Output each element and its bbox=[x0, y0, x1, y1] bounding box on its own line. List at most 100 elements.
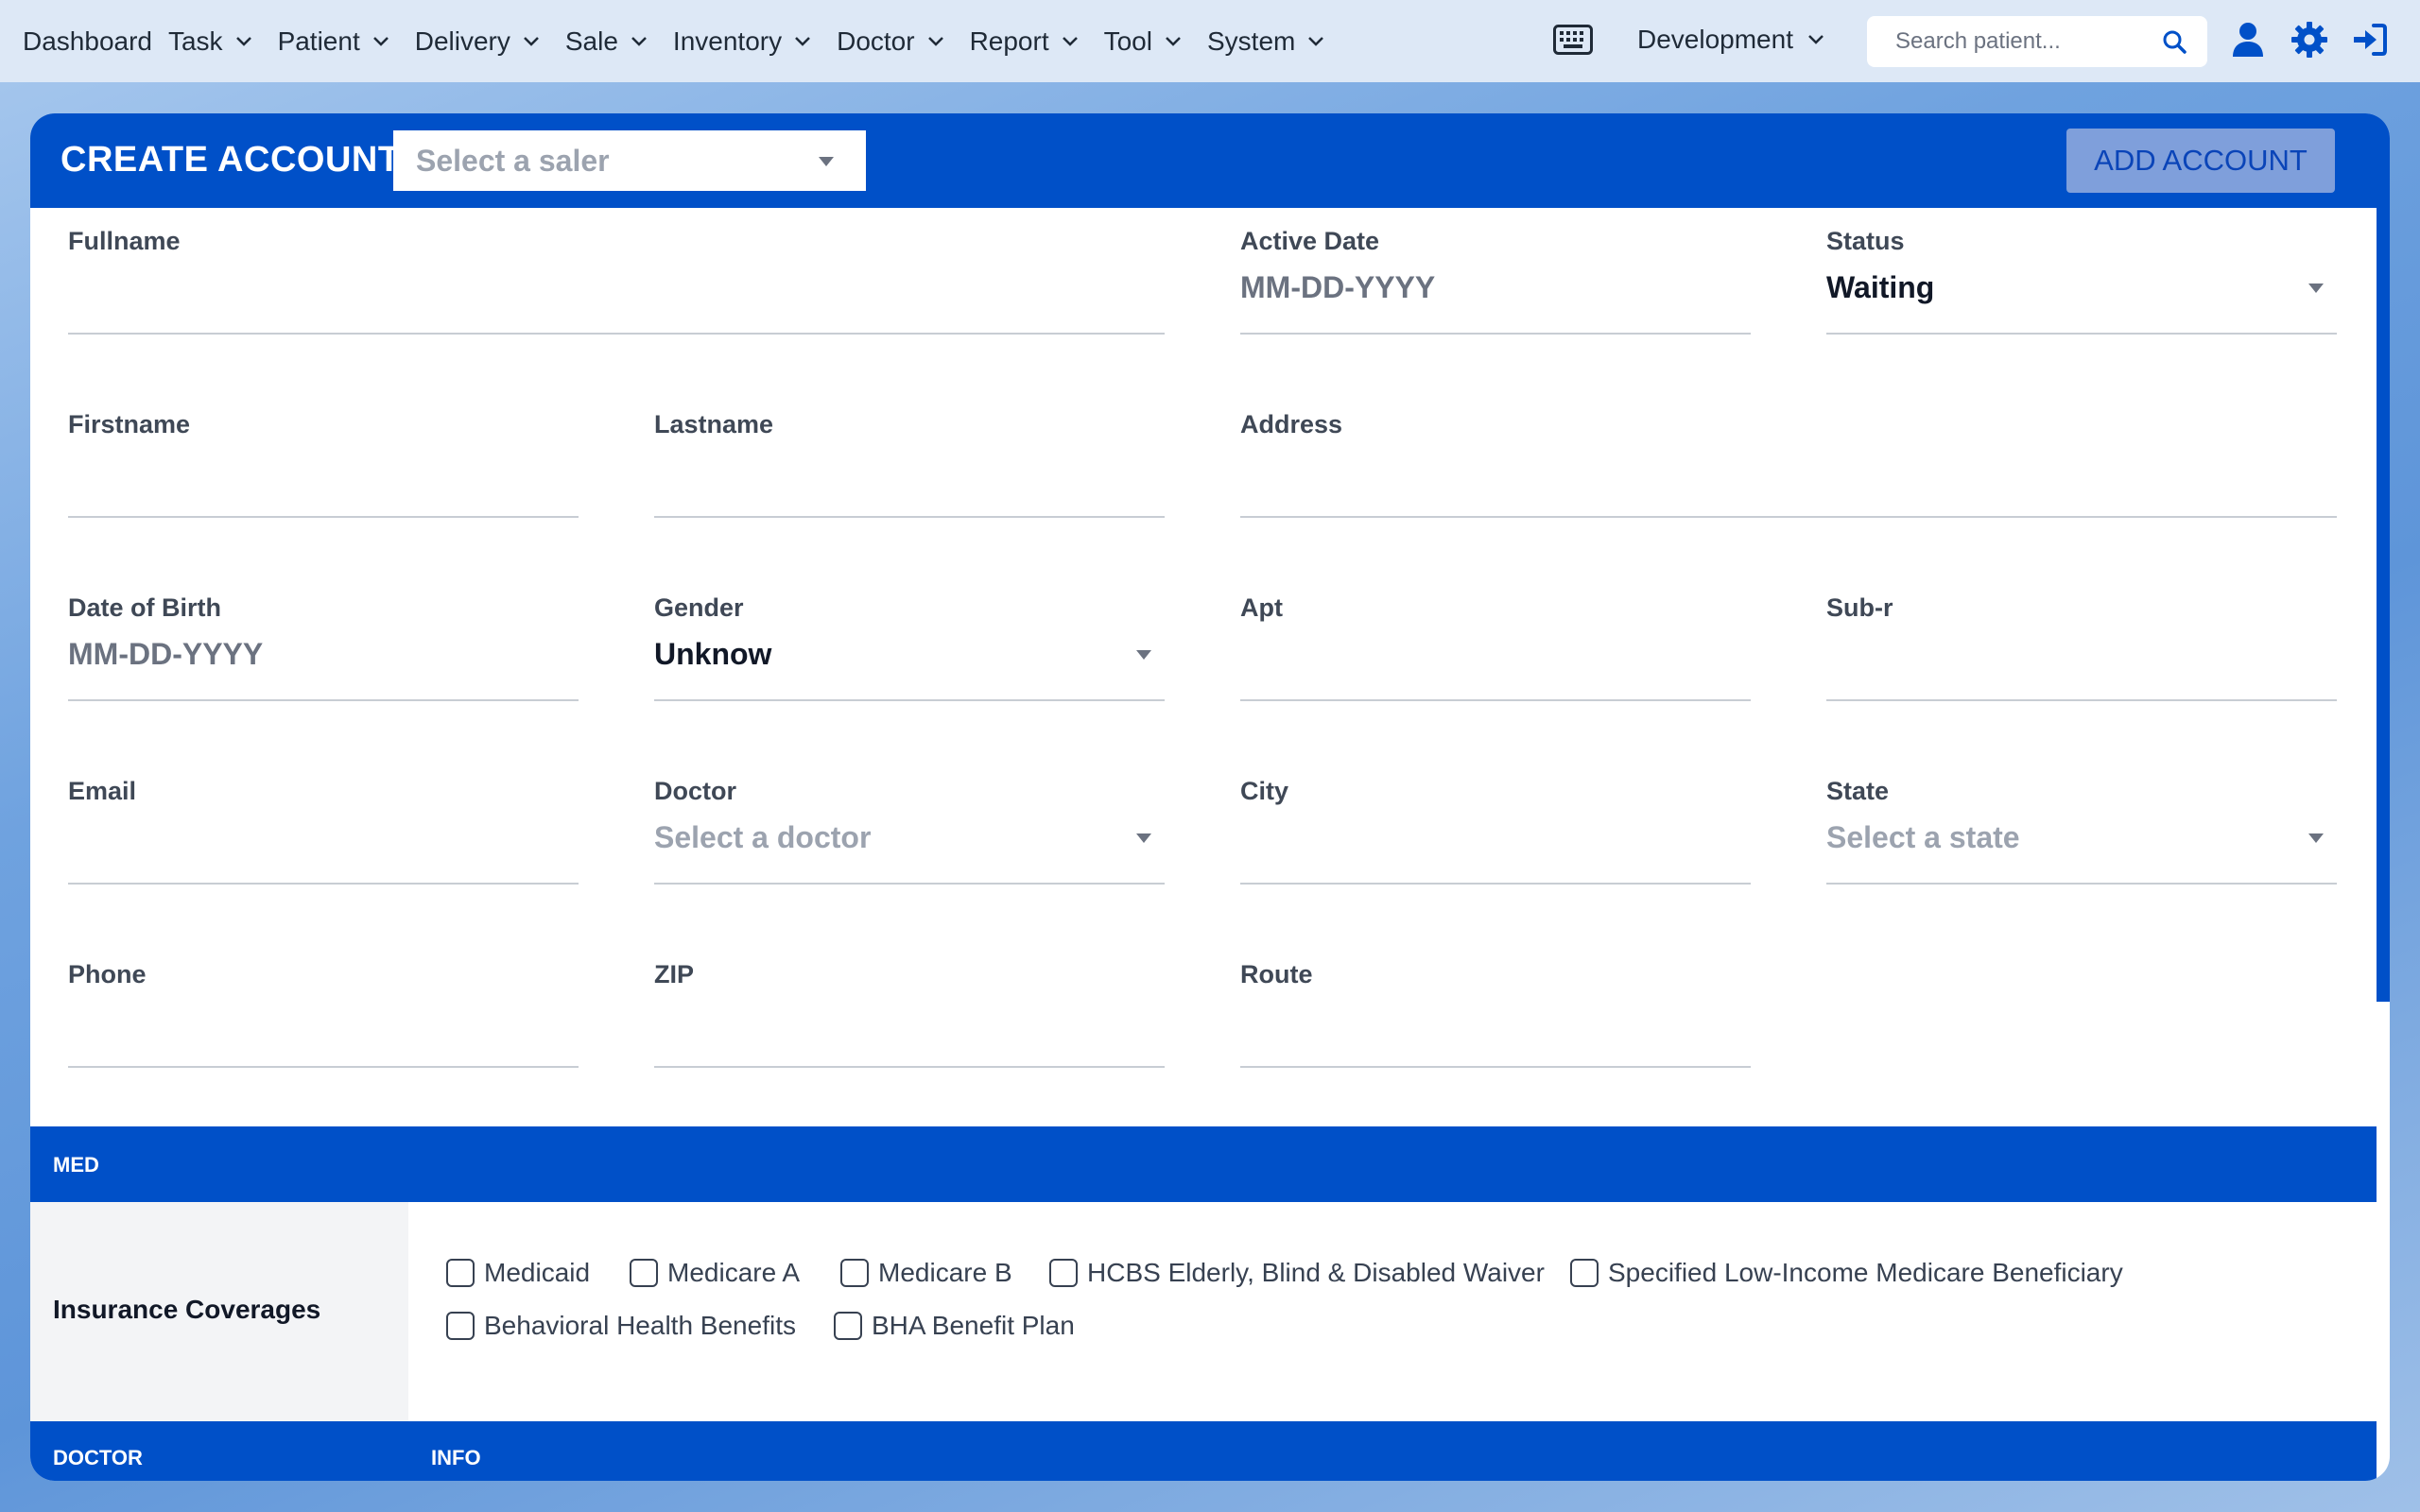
underline bbox=[68, 333, 1165, 335]
logout-icon[interactable] bbox=[2351, 21, 2389, 59]
med-section-header: MED bbox=[30, 1126, 2377, 1202]
nav-sale-label: Sale bbox=[564, 26, 618, 56]
nav-tool[interactable]: Tool bbox=[1104, 26, 1181, 57]
checkbox-hcbs-waiver[interactable]: HCBS Elderly, Blind & Disabled Waiver bbox=[1049, 1258, 1545, 1288]
gear-icon[interactable] bbox=[2290, 21, 2328, 59]
nav-dashboard-label: Dashboard bbox=[23, 26, 152, 56]
nav-patient[interactable]: Patient bbox=[278, 26, 389, 57]
checkbox-box[interactable] bbox=[446, 1312, 475, 1340]
nav-inventory-label: Inventory bbox=[672, 26, 783, 56]
dob-placeholder: MM-DD-YYYY bbox=[68, 637, 264, 671]
saler-select[interactable]: Select a saler bbox=[393, 130, 866, 191]
checkbox-medicaid[interactable]: Medicaid bbox=[446, 1258, 590, 1288]
create-account-card: CREATE ACCOUNT Select a saler ADD ACCOUN… bbox=[30, 113, 2390, 1481]
nav-sale[interactable]: Sale bbox=[565, 26, 647, 57]
email-input[interactable] bbox=[68, 815, 579, 862]
nav-inventory[interactable]: Inventory bbox=[673, 26, 810, 57]
chevron-down-icon bbox=[1308, 36, 1324, 46]
nav-system[interactable]: System bbox=[1207, 26, 1324, 57]
checkbox-box[interactable] bbox=[840, 1259, 869, 1287]
address-input[interactable] bbox=[1240, 448, 2337, 495]
nav-task[interactable]: Task bbox=[168, 26, 251, 57]
underline bbox=[1826, 333, 2337, 335]
nav-report[interactable]: Report bbox=[970, 26, 1078, 57]
subr-field[interactable]: Sub-r bbox=[1826, 593, 2337, 701]
checkbox-box[interactable] bbox=[1570, 1259, 1599, 1287]
nav-tool-label: Tool bbox=[1103, 26, 1152, 56]
med-section-title: MED bbox=[53, 1153, 99, 1177]
user-icon[interactable] bbox=[2229, 21, 2267, 59]
fullname-field[interactable]: Fullname bbox=[68, 227, 1165, 335]
chevron-down-icon bbox=[1166, 36, 1181, 46]
chevron-down-icon bbox=[927, 36, 943, 46]
firstname-input[interactable] bbox=[68, 448, 579, 495]
underline bbox=[68, 1066, 579, 1068]
search-input[interactable] bbox=[1895, 28, 2151, 55]
checkbox-medicare-b[interactable]: Medicare B bbox=[840, 1258, 1012, 1288]
underline bbox=[68, 516, 579, 518]
checkbox-box[interactable] bbox=[446, 1259, 475, 1287]
checkbox-label: Specified Low-Income Medicare Beneficiar… bbox=[1608, 1258, 2123, 1287]
checkbox-box[interactable] bbox=[1049, 1259, 1078, 1287]
underline bbox=[654, 883, 1165, 885]
lastname-input[interactable] bbox=[654, 448, 1165, 495]
status-value: Waiting bbox=[1826, 270, 1935, 304]
apt-input[interactable] bbox=[1240, 631, 1751, 679]
underline bbox=[654, 516, 1165, 518]
active-date-field[interactable]: Active Date MM-DD-YYYY bbox=[1240, 227, 1751, 335]
phone-input[interactable] bbox=[68, 998, 579, 1045]
underline bbox=[1240, 883, 1751, 885]
checkbox-box[interactable] bbox=[630, 1259, 658, 1287]
doctor-select[interactable]: Doctor Select a doctor bbox=[654, 777, 1165, 885]
checkbox-label: Medicaid bbox=[484, 1258, 591, 1287]
status-label: Status bbox=[1826, 227, 1905, 255]
email-field[interactable]: Email bbox=[68, 777, 579, 885]
underline bbox=[654, 699, 1165, 701]
city-label: City bbox=[1240, 777, 1289, 805]
underline bbox=[654, 1066, 1165, 1068]
chevron-down-icon bbox=[795, 36, 810, 46]
state-placeholder: Select a state bbox=[1826, 820, 2020, 854]
chevron-down-icon bbox=[1808, 35, 1824, 44]
email-label: Email bbox=[68, 777, 137, 805]
checkbox-box[interactable] bbox=[834, 1312, 862, 1340]
checkbox-slmb[interactable]: Specified Low-Income Medicare Beneficiar… bbox=[1570, 1258, 2123, 1288]
city-field[interactable]: City bbox=[1240, 777, 1751, 885]
doctor-section-header: DOCTOR INFO bbox=[30, 1421, 2377, 1481]
state-select[interactable]: State Select a state bbox=[1826, 777, 2337, 885]
firstname-field[interactable]: Firstname bbox=[68, 410, 579, 518]
route-input[interactable] bbox=[1240, 998, 1751, 1045]
route-field[interactable]: Route bbox=[1240, 960, 1751, 1068]
dob-field[interactable]: Date of Birth MM-DD-YYYY bbox=[68, 593, 579, 701]
search-icon[interactable] bbox=[2162, 29, 2187, 54]
nav-dashboard[interactable]: Dashboard bbox=[23, 26, 152, 57]
environment-select[interactable]: Development bbox=[1637, 25, 1824, 55]
nav-report-label: Report bbox=[969, 26, 1049, 56]
phone-label: Phone bbox=[68, 960, 147, 988]
lastname-field[interactable]: Lastname bbox=[654, 410, 1165, 518]
nav-patient-label: Patient bbox=[277, 26, 360, 56]
add-account-button[interactable]: ADD ACCOUNT bbox=[2066, 129, 2335, 193]
checkbox-label: Medicare A bbox=[667, 1258, 801, 1287]
fullname-input[interactable] bbox=[68, 265, 1165, 312]
checkbox-behavioral-health[interactable]: Behavioral Health Benefits bbox=[446, 1311, 796, 1341]
zip-input[interactable] bbox=[654, 998, 1165, 1045]
subr-input[interactable] bbox=[1826, 631, 2337, 679]
zip-field[interactable]: ZIP bbox=[654, 960, 1165, 1068]
firstname-label: Firstname bbox=[68, 410, 191, 438]
checkbox-bha-benefit-plan[interactable]: BHA Benefit Plan bbox=[834, 1311, 1075, 1341]
phone-field[interactable]: Phone bbox=[68, 960, 579, 1068]
nav-delivery[interactable]: Delivery bbox=[415, 26, 539, 57]
apt-field[interactable]: Apt bbox=[1240, 593, 1751, 701]
active-date-placeholder: MM-DD-YYYY bbox=[1240, 270, 1436, 304]
keyboard-icon[interactable] bbox=[1553, 25, 1593, 55]
address-field[interactable]: Address bbox=[1240, 410, 2337, 518]
city-input[interactable] bbox=[1240, 815, 1751, 862]
gender-select[interactable]: Gender Unknow bbox=[654, 593, 1165, 701]
doctor-label: Doctor bbox=[654, 777, 736, 805]
status-select[interactable]: Status Waiting bbox=[1826, 227, 2337, 335]
nav-doctor[interactable]: Doctor bbox=[837, 26, 943, 57]
scrollbar[interactable] bbox=[2377, 208, 2390, 1002]
checkbox-label: Medicare B bbox=[878, 1258, 1012, 1287]
checkbox-medicare-a[interactable]: Medicare A bbox=[630, 1258, 800, 1288]
